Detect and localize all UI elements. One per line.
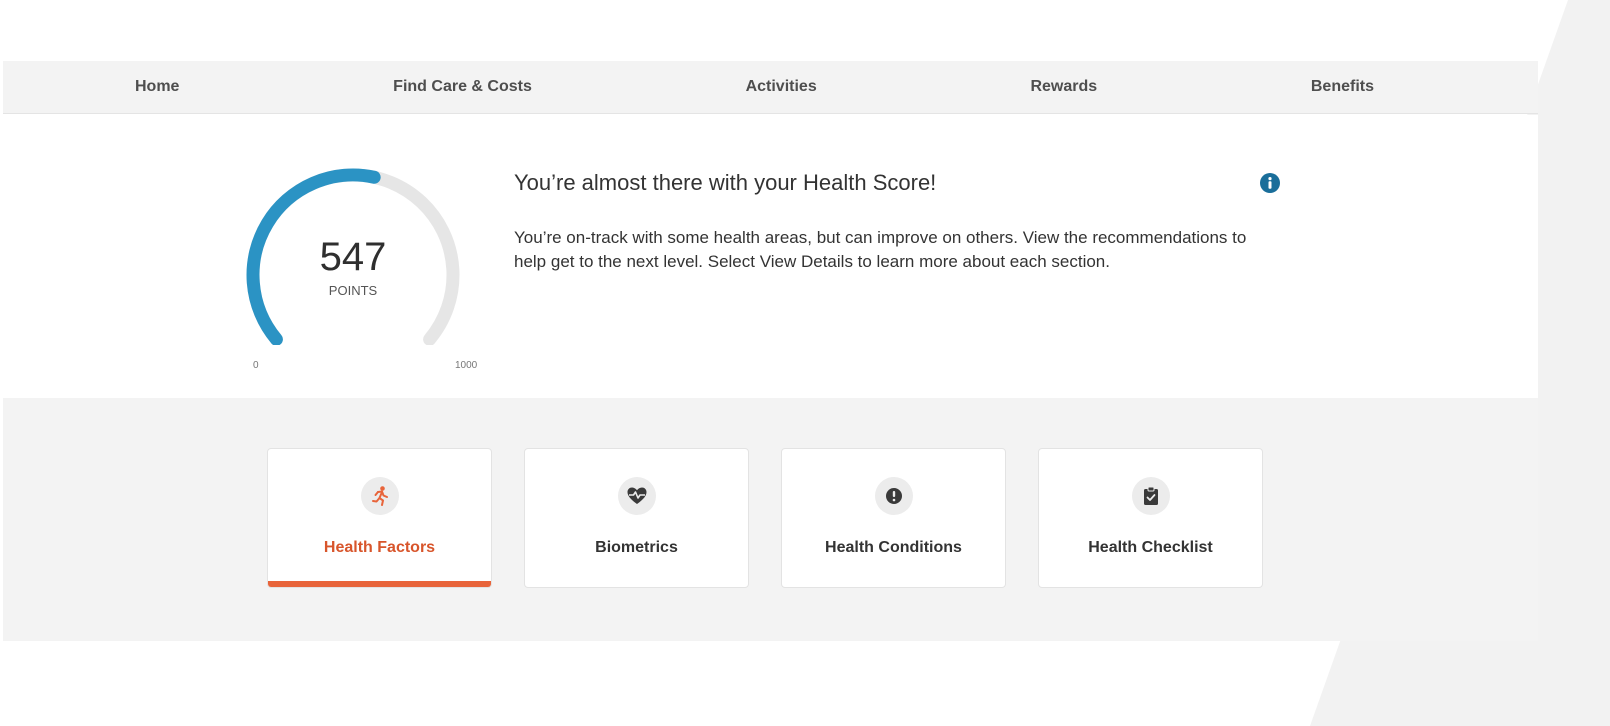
tile-label: Biometrics (595, 539, 678, 556)
heartbeat-icon (617, 477, 656, 515)
tile-label: Health Factors (323, 539, 436, 556)
nav-item-activities[interactable]: Activities (746, 78, 817, 96)
nav-item-find-care-costs[interactable]: Find Care & Costs (393, 78, 532, 96)
health-score-value: 547 (319, 235, 387, 279)
tile-health-conditions[interactable]: Health Conditions (781, 448, 1006, 588)
tile-biometrics[interactable]: Biometrics (524, 448, 749, 588)
health-score-description: You’re on-track with some health areas, … (514, 228, 1247, 271)
tile-label: Health Conditions (825, 539, 962, 556)
info-icon[interactable] (1260, 173, 1280, 193)
nav-item-benefits[interactable]: Benefits (1311, 78, 1374, 96)
health-score-unit: POINTS (328, 283, 378, 298)
clipboard-check-icon (1131, 477, 1170, 515)
tile-label: Health Checklist (1088, 539, 1213, 556)
running-person-icon (360, 477, 399, 515)
tile-health-checklist[interactable]: Health Checklist (1038, 448, 1263, 588)
top-nav: Home Find Care & Costs Activities Reward… (3, 61, 1538, 114)
health-score-panel: 547 POINTS 0 1000 You’re almost there wi… (3, 115, 1538, 398)
gauge-max-label: 1000 (455, 360, 478, 371)
active-tile-indicator (268, 581, 491, 587)
tile-health-factors[interactable]: Health Factors (267, 448, 492, 588)
health-score-title: You’re almost there with your Health Sco… (514, 170, 937, 195)
health-category-tiles: Health Factors Biometrics Health Conditi (3, 398, 1538, 641)
health-score-frame: Home Find Care & Costs Activities Reward… (3, 61, 1538, 641)
alert-circle-icon (874, 477, 913, 515)
gauge-min-label: 0 (253, 360, 259, 371)
nav-item-rewards[interactable]: Rewards (1030, 78, 1097, 96)
nav-item-home[interactable]: Home (135, 78, 179, 96)
health-score-gauge: 547 POINTS 0 1000 (243, 155, 483, 371)
